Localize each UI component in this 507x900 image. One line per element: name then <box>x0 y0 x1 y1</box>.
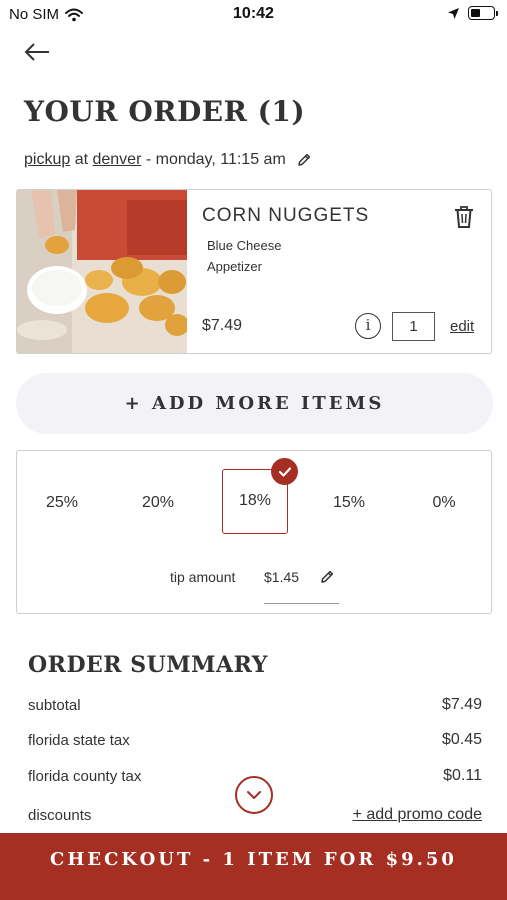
county-tax-label: florida county tax <box>28 768 142 785</box>
pickup-time-text: - monday, 11:15 am <box>141 151 286 168</box>
quantity-input[interactable]: 1 <box>392 312 435 341</box>
item-photo <box>17 190 187 353</box>
state-tax-value: $0.45 <box>441 731 482 748</box>
add-more-items-button[interactable]: + ADD MORE ITEMS <box>16 373 493 434</box>
add-promo-code-link[interactable]: + add promo code <box>353 806 482 824</box>
item-price: $7.49 <box>202 317 243 334</box>
chevron-down-icon <box>247 791 261 799</box>
order-summary-title: ORDER SUMMARY <box>28 652 268 678</box>
tip-option-20[interactable]: 20% <box>128 494 188 512</box>
subtotal-label: subtotal <box>28 697 81 714</box>
page-title: YOUR ORDER (1) <box>24 95 306 128</box>
scroll-down-button[interactable] <box>235 776 273 814</box>
status-bar: No SIM 10:42 <box>0 0 507 30</box>
item-option: Blue Cheese <box>207 238 282 253</box>
item-category: Appetizer <box>207 259 262 274</box>
order-item-card: CORN NUGGETS Blue Cheese Appetizer $7.49… <box>16 189 492 354</box>
battery-icon <box>468 6 498 20</box>
tip-amount-label: tip amount <box>170 569 236 585</box>
pencil-icon[interactable] <box>296 152 312 168</box>
pickup-location-link[interactable]: denver <box>92 151 141 169</box>
item-name: CORN NUGGETS <box>202 205 370 226</box>
subtotal-value: $7.49 <box>441 696 482 713</box>
tip-option-25[interactable]: 25% <box>32 494 92 512</box>
status-icons <box>447 6 498 20</box>
county-tax-value: $0.11 <box>443 767 482 784</box>
discounts-label: discounts <box>28 807 92 824</box>
back-arrow-icon[interactable] <box>22 40 52 64</box>
checkmark-icon <box>271 458 298 485</box>
pickup-mode-link[interactable]: pickup <box>24 151 70 169</box>
edit-item-link[interactable]: edit <box>450 318 474 335</box>
location-arrow-icon <box>448 7 459 19</box>
tip-amount-underline <box>264 603 339 604</box>
pickup-at-text: at <box>70 151 93 168</box>
tip-option-15[interactable]: 15% <box>319 494 379 512</box>
pickup-info: pickup at denver - monday, 11:15 am <box>24 151 312 169</box>
pencil-icon[interactable] <box>319 569 335 585</box>
info-icon[interactable]: i <box>355 313 381 339</box>
tip-selector: 25% 20% 18% 15% 0% tip amount $1.45 <box>16 450 492 614</box>
state-tax-label: florida state tax <box>28 732 130 749</box>
tip-amount-value[interactable]: $1.45 <box>264 569 299 585</box>
trash-icon[interactable] <box>453 205 475 229</box>
tip-option-0[interactable]: 0% <box>414 494 474 512</box>
clock: 10:42 <box>233 5 274 22</box>
checkout-button[interactable]: CHECKOUT - 1 ITEM FOR $9.50 <box>0 833 507 900</box>
